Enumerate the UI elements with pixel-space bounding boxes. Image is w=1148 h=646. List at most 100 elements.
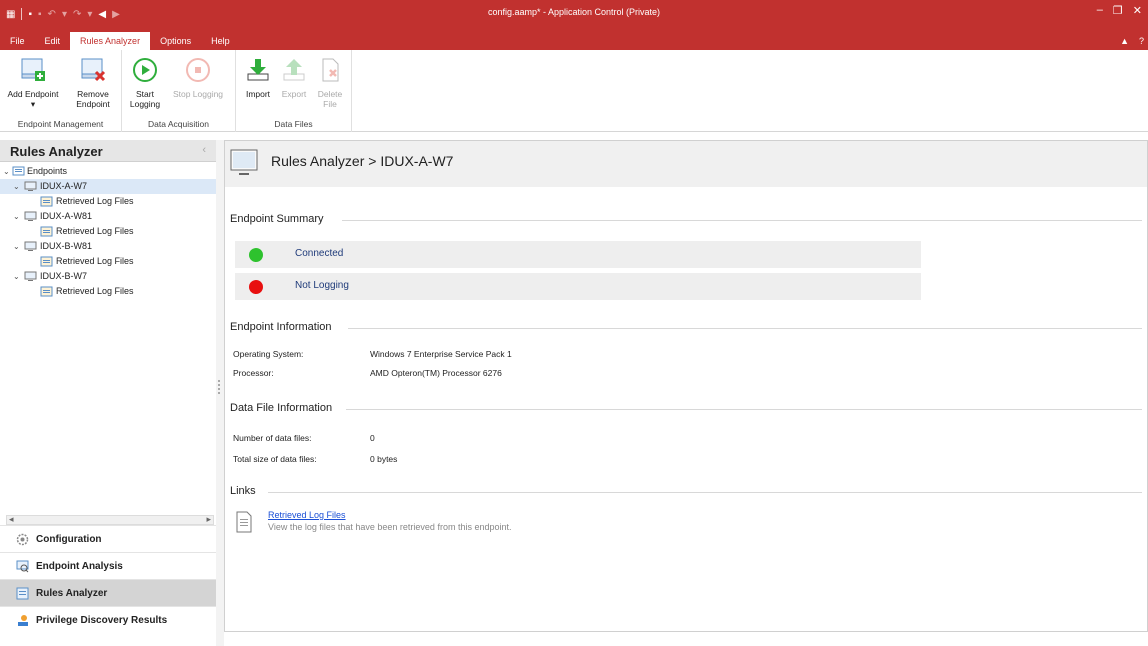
horizontal-scrollbar[interactable]: ◂ ▸ [6,514,214,525]
endpoints-folder-icon [12,166,25,176]
data-file-count-label: Number of data files: [233,433,312,443]
data-file-count-value: 0 [370,433,375,443]
gear-icon [16,533,29,546]
tree-label: IDUX-B-W81 [40,241,93,251]
import-label: Import [245,89,271,99]
tree-root-endpoints[interactable]: ⌄ Endpoints [0,164,216,179]
connection-status: Connected [235,241,921,268]
nav-label: Endpoint Analysis [36,561,123,572]
group-label-data-acquisition: Data Acquisition [148,119,209,129]
splitter-grip [218,380,220,394]
nav-label: Privilege Discovery Results [36,615,168,626]
expand-chevron-icon[interactable]: ⌄ [13,269,20,284]
processor-value: AMD Opteron(TM) Processor 6276 [370,368,502,378]
expand-chevron-icon[interactable]: ⌄ [13,209,20,224]
collapse-ribbon-icon[interactable]: ▲ [1120,36,1129,46]
tree-label: Retrieved Log Files [56,226,134,236]
group-label-endpoint-management: Endpoint Management [17,119,104,129]
log-files-icon [40,226,53,237]
ribbon: Add Endpoint ▾ Remove Endpoint Endpoint … [0,50,1148,132]
scroll-left-icon[interactable]: ◂ [9,514,14,525]
delete-file-button[interactable]: Delete File [312,56,348,109]
window-controls: – ❐ ✕ [1097,4,1142,17]
monitor-icon [24,211,37,221]
nav-rules-analyzer[interactable]: Rules Analyzer [0,579,216,606]
section-divider [346,409,1142,410]
section-data-file-information: Data File Information [230,402,1142,414]
retrieved-log-files-link[interactable]: Retrieved Log Files [268,510,346,520]
expand-chevron-icon[interactable]: ⌄ [3,164,10,179]
log-files-icon [40,196,53,207]
tab-options[interactable]: Options [150,32,201,50]
nav-configuration[interactable]: Configuration [0,525,216,552]
pane-splitter[interactable] [216,140,224,646]
add-endpoint-icon [21,58,45,81]
left-pane-header: Rules Analyzer ‹ [0,140,216,162]
stop-logging-label: Stop Logging [172,89,224,99]
add-endpoint-dropdown[interactable]: ▾ [2,99,64,109]
minimize-icon[interactable]: – [1097,4,1103,17]
document-icon [236,511,252,533]
expand-chevron-icon[interactable]: ⌄ [13,239,20,254]
tab-rules-analyzer[interactable]: Rules Analyzer [70,32,151,50]
delete-file-label-1: Delete [317,89,343,99]
remove-endpoint-label-1: Remove [77,89,109,99]
add-endpoint-label: Add Endpoint [7,89,59,99]
tree-endpoint-idux-a-w7[interactable]: ⌄ IDUX-A-W7 [0,179,216,194]
export-button[interactable]: Export [276,56,312,99]
tree-retrieved-log-files[interactable]: Retrieved Log Files [0,224,216,239]
rules-analyzer-icon [16,587,29,600]
start-logging-button[interactable]: Start Logging [126,56,164,109]
log-files-icon [40,286,53,297]
add-endpoint-button[interactable]: Add Endpoint ▾ [2,56,64,109]
tree-label: Retrieved Log Files [56,196,134,206]
import-button[interactable]: Import [240,56,276,99]
tab-help[interactable]: Help [201,32,240,50]
monitor-icon [230,149,258,175]
section-heading: Endpoint Summary [230,213,324,225]
section-divider [268,492,1142,493]
status-green-dot [249,248,263,262]
tree-retrieved-log-files[interactable]: Retrieved Log Files [0,254,216,269]
os-value: Windows 7 Enterprise Service Pack 1 [370,349,512,359]
os-label: Operating System: [233,349,304,359]
tree-label: IDUX-A-W81 [40,211,93,221]
tree-label: Retrieved Log Files [56,256,134,266]
tree-retrieved-log-files[interactable]: Retrieved Log Files [0,194,216,209]
section-heading: Endpoint Information [230,321,332,333]
expand-chevron-icon[interactable]: ⌄ [13,179,20,194]
stop-logging-button[interactable]: Stop Logging [168,56,228,99]
help-icon[interactable]: ? [1139,36,1144,46]
delete-file-label-2: File [323,99,337,109]
nav-endpoint-analysis[interactable]: Endpoint Analysis [0,552,216,579]
title-bar: ▦ ▪ ▪ ↶ ▾ ↷ ▾ ◀ ▶ config.aamp* - Applica… [0,0,1148,50]
ribbon-group-data-files: Import Export Delete File Data Files [236,50,352,132]
collapse-pane-icon[interactable]: ‹ [202,144,206,156]
section-endpoint-summary: Endpoint Summary [230,213,1142,225]
tab-edit[interactable]: Edit [35,32,71,50]
nav-privilege-discovery-results[interactable]: Privilege Discovery Results [0,606,216,633]
play-icon [133,58,157,82]
restore-icon[interactable]: ❐ [1113,4,1123,17]
close-icon[interactable]: ✕ [1133,4,1142,17]
tree-label: IDUX-B-W7 [40,271,87,281]
section-endpoint-information: Endpoint Information [230,321,1142,333]
data-file-size-label: Total size of data files: [233,454,317,464]
monitor-icon [24,181,37,191]
ribbon-group-endpoint-management: Add Endpoint ▾ Remove Endpoint Endpoint … [0,50,122,132]
tree-endpoint-idux-b-w81[interactable]: ⌄ IDUX-B-W81 [0,239,216,254]
tree-endpoint-idux-a-w81[interactable]: ⌄ IDUX-A-W81 [0,209,216,224]
data-file-size-value: 0 bytes [370,454,398,464]
main-header: Rules Analyzer > IDUX-A-W7 [225,141,1147,187]
tree-retrieved-log-files[interactable]: Retrieved Log Files [0,284,216,299]
nav-label: Configuration [36,534,102,545]
remove-endpoint-button[interactable]: Remove Endpoint [66,56,120,109]
import-icon [247,59,269,81]
menu-tabs: File Edit Rules Analyzer Options Help [0,32,240,50]
scroll-right-icon[interactable]: ▸ [206,514,211,525]
status-red-dot [249,280,263,294]
tree-endpoint-idux-b-w7[interactable]: ⌄ IDUX-B-W7 [0,269,216,284]
left-pane-title: Rules Analyzer [10,144,103,159]
remove-endpoint-label-2: Endpoint [76,99,110,109]
tab-file[interactable]: File [0,32,35,50]
